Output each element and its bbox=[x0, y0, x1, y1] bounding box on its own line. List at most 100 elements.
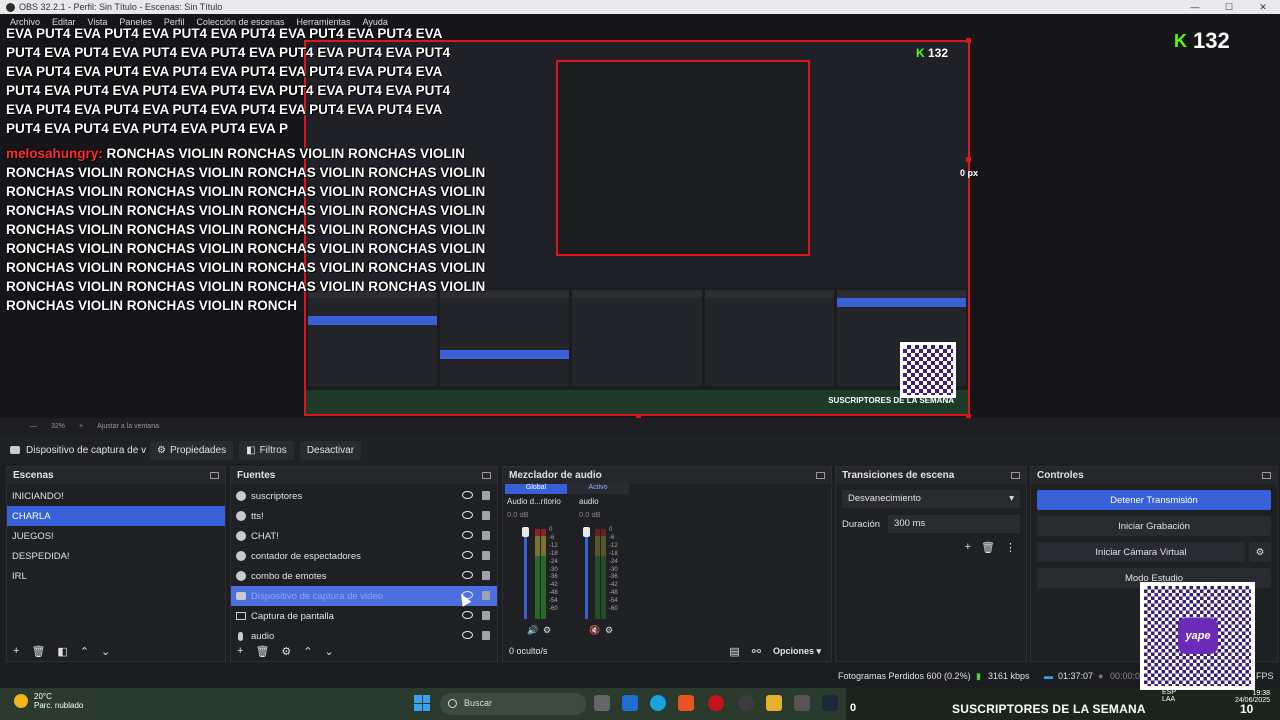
source-item[interactable]: Captura de pantalla bbox=[231, 606, 497, 626]
menu-item[interactable]: Archivo bbox=[10, 17, 40, 27]
lock-icon[interactable] bbox=[482, 511, 490, 520]
brave-icon[interactable] bbox=[678, 695, 694, 711]
obs-taskbar-icon[interactable] bbox=[738, 695, 754, 711]
remove-source-button[interactable]: 🗑 bbox=[255, 645, 269, 658]
properties-button[interactable]: ⚙ Propiedades bbox=[150, 440, 234, 460]
program-preview[interactable]: SUSCRIPTORES DE LA SEMANA K 132 0 px EVA… bbox=[0, 14, 1280, 418]
eye-icon[interactable] bbox=[462, 551, 473, 559]
add-transition-button[interactable]: + bbox=[965, 541, 971, 554]
source-item[interactable]: combo de emotes bbox=[231, 566, 497, 586]
steam-icon[interactable] bbox=[822, 695, 838, 711]
settings-icon[interactable]: ⚙ bbox=[605, 625, 613, 636]
zoom-fit-option[interactable]: Ajustar a la ventana bbox=[97, 423, 159, 430]
source-item[interactable]: contador de espectadores bbox=[231, 546, 497, 566]
layout-icon[interactable]: ▤ bbox=[729, 645, 739, 658]
stop-stream-button[interactable]: Detener Transmisión bbox=[1037, 490, 1271, 510]
start-button[interactable] bbox=[414, 695, 430, 711]
db-tick: -24 bbox=[549, 558, 558, 565]
add-source-button[interactable]: + bbox=[237, 645, 243, 657]
source-item[interactable]: suscriptores bbox=[231, 486, 497, 506]
mixer-options-button[interactable]: Opciones ▾ bbox=[773, 646, 821, 657]
menu-item[interactable]: Colección de escenas bbox=[196, 17, 284, 27]
fader-knob[interactable] bbox=[522, 527, 529, 537]
add-scene-button[interactable]: + bbox=[13, 645, 19, 657]
menu-item[interactable]: Paneles bbox=[119, 17, 152, 27]
eye-icon[interactable] bbox=[462, 611, 473, 619]
opera-icon[interactable] bbox=[708, 695, 724, 711]
eye-icon[interactable] bbox=[462, 531, 473, 539]
task-view-icon[interactable] bbox=[594, 695, 610, 711]
zoom-in-button[interactable]: + bbox=[79, 423, 83, 430]
undock-icon[interactable] bbox=[1262, 472, 1271, 479]
move-down-button[interactable]: ⌄ bbox=[325, 645, 334, 658]
lock-icon[interactable] bbox=[482, 571, 490, 580]
scene-item[interactable]: IRL bbox=[7, 566, 225, 586]
deactivate-button[interactable]: Desactivar bbox=[299, 440, 362, 460]
volume-fader[interactable] bbox=[524, 529, 527, 619]
scene-item[interactable]: DESPEDIDA! bbox=[7, 546, 225, 566]
taskbar-search[interactable]: Buscar bbox=[440, 693, 586, 715]
file-explorer-icon[interactable] bbox=[766, 695, 782, 711]
lock-icon[interactable] bbox=[482, 591, 490, 600]
edge-icon[interactable] bbox=[650, 695, 666, 711]
tab-active[interactable]: Activo bbox=[567, 484, 629, 494]
chat-line: PUT4 EVA PUT4 EVA PUT4 EVA PUT4 EVA PUT4… bbox=[6, 45, 451, 60]
source-settings-button[interactable]: ⚙ bbox=[281, 645, 291, 658]
source-item[interactable]: tts! bbox=[231, 506, 497, 526]
scene-filters-button[interactable]: ◧ bbox=[57, 645, 67, 658]
remove-transition-button[interactable]: 🗑 bbox=[981, 541, 995, 554]
move-down-button[interactable]: ⌄ bbox=[101, 645, 110, 658]
menu-item[interactable]: Herramientas bbox=[297, 17, 351, 27]
move-up-button[interactable]: ⌃ bbox=[80, 645, 89, 658]
settings-icon[interactable]: ⚙ bbox=[543, 625, 551, 636]
volume-fader[interactable] bbox=[585, 529, 588, 619]
scene-item[interactable]: INICIANDO! bbox=[7, 486, 225, 506]
lock-icon[interactable] bbox=[482, 551, 490, 560]
speaker-icon[interactable]: 🔊 bbox=[527, 625, 538, 636]
scene-item[interactable]: CHARLA bbox=[7, 506, 225, 526]
remove-scene-button[interactable]: 🗑 bbox=[31, 645, 45, 658]
eye-icon[interactable] bbox=[462, 571, 473, 579]
menu-item[interactable]: Perfil bbox=[164, 17, 185, 27]
start-record-button[interactable]: Iniciar Grabación bbox=[1037, 516, 1271, 536]
more-options-icon[interactable]: ⋮ bbox=[1005, 541, 1016, 554]
transition-select[interactable]: Desvanecimiento ▾ bbox=[842, 490, 1020, 508]
outlook-icon[interactable] bbox=[622, 695, 638, 711]
eye-icon[interactable] bbox=[462, 511, 473, 519]
duration-input[interactable]: 300 ms bbox=[888, 515, 1020, 533]
undock-icon[interactable] bbox=[482, 472, 491, 479]
zoom-out-button[interactable]: — bbox=[30, 423, 37, 430]
minimize-button[interactable]: — bbox=[1178, 0, 1212, 14]
move-up-button[interactable]: ⌃ bbox=[303, 645, 312, 658]
resize-handle[interactable] bbox=[966, 38, 971, 43]
undock-icon[interactable] bbox=[210, 472, 219, 479]
scene-item[interactable]: JUEGOS! bbox=[7, 526, 225, 546]
lock-icon[interactable] bbox=[482, 611, 490, 620]
mixer-link-icon[interactable]: ⚯ bbox=[752, 645, 761, 658]
lock-icon[interactable] bbox=[482, 491, 490, 500]
nested-preview-frame bbox=[556, 60, 810, 256]
eye-icon[interactable] bbox=[462, 491, 473, 499]
menu-item[interactable]: Editar bbox=[52, 17, 76, 27]
language-indicator[interactable]: ESP LAA bbox=[1162, 689, 1176, 703]
close-button[interactable]: ✕ bbox=[1246, 0, 1280, 14]
store-icon[interactable] bbox=[794, 695, 810, 711]
filters-button[interactable]: ◧ Filtros bbox=[239, 440, 294, 460]
source-item[interactable]: CHAT! bbox=[231, 526, 497, 546]
muted-icon[interactable]: 🔇 bbox=[589, 625, 600, 636]
resize-handle[interactable] bbox=[966, 157, 971, 162]
lock-icon[interactable] bbox=[482, 631, 490, 640]
virtual-camera-settings-icon[interactable]: ⚙ bbox=[1249, 542, 1271, 562]
undock-icon[interactable] bbox=[816, 472, 825, 479]
weather-widget[interactable]: 20°C Parc. nublado bbox=[14, 692, 83, 710]
lock-icon[interactable] bbox=[482, 531, 490, 540]
menu-item[interactable]: Ayuda bbox=[363, 17, 388, 27]
virtual-camera-button[interactable]: Iniciar Cámara Virtual bbox=[1037, 542, 1245, 562]
system-clock[interactable]: 19:38 24/06/2025 bbox=[1228, 690, 1270, 704]
menu-item[interactable]: Vista bbox=[88, 17, 108, 27]
tab-global[interactable]: Global bbox=[505, 484, 567, 494]
undock-icon[interactable] bbox=[1011, 472, 1020, 479]
fader-knob[interactable] bbox=[583, 527, 590, 537]
maximize-button[interactable]: ☐ bbox=[1212, 0, 1246, 14]
eye-icon[interactable] bbox=[462, 631, 473, 639]
